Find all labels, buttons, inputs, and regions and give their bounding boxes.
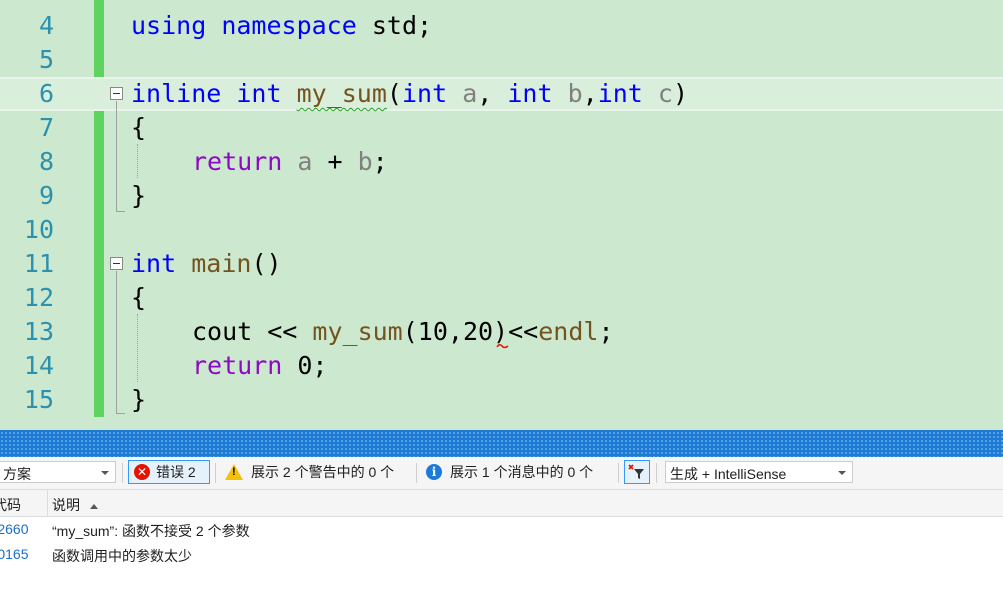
code-line[interactable]: 14 return 0;	[0, 349, 1003, 383]
sort-ascending-icon	[90, 503, 98, 509]
scope-dropdown[interactable]: 方案	[0, 461, 116, 483]
line-number: 12	[23, 283, 54, 312]
line-number: 14	[23, 351, 54, 380]
errors-filter-button[interactable]: ✕ 错误 2	[128, 460, 210, 484]
panel-splitter[interactable]	[0, 430, 1003, 457]
filter-icon	[628, 464, 644, 479]
code-editor[interactable]: 4 using namespace std; 5 6 inline int my…	[0, 0, 1003, 430]
messages-filter-button[interactable]: i 展示 1 个消息中的 0 个	[421, 460, 593, 484]
function-name-warning[interactable]: my_sum	[297, 79, 387, 108]
code-line[interactable]: 9 }	[0, 179, 1003, 213]
code-line[interactable]: 10	[0, 213, 1003, 247]
code-line[interactable]: 4 using namespace std;	[0, 9, 1003, 43]
error-row[interactable]: E2660 “my_sum”: 函数不接受 2 个参数	[0, 517, 1003, 541]
error-icon: ✕	[134, 464, 150, 480]
line-number: 13	[23, 317, 54, 346]
line-number: 6	[38, 79, 54, 108]
column-header-description[interactable]: 说明	[52, 495, 98, 515]
build-source-dropdown[interactable]: 生成 + IntelliSense	[665, 461, 853, 483]
error-description: “my_sum”: 函数不接受 2 个参数	[52, 523, 250, 539]
line-number: 11	[23, 249, 54, 278]
error-code-link[interactable]: E2660	[0, 521, 28, 537]
collapse-icon[interactable]	[110, 87, 123, 100]
error-list-toolbar: 方案 ✕ 错误 2 展示 2 个警告中的 0 个 i 展示 1 个消息中的 0 …	[0, 457, 1003, 490]
warning-icon	[225, 464, 243, 480]
code-line[interactable]: 12 {	[0, 281, 1003, 315]
column-header-code[interactable]: 代码	[0, 495, 21, 515]
code-line[interactable]: 13 cout << my_sum(10,20)<<endl;	[0, 315, 1003, 349]
line-number: 10	[23, 215, 54, 244]
toolbar-separator	[656, 463, 657, 483]
warnings-filter-button[interactable]: 展示 2 个警告中的 0 个	[220, 460, 394, 484]
column-separator[interactable]	[47, 490, 48, 516]
error-description: 函数调用中的参数太少	[52, 548, 192, 564]
collapse-icon[interactable]	[110, 257, 123, 270]
code-line[interactable]: 7 {	[0, 111, 1003, 145]
error-row[interactable]: E0165 函数调用中的参数太少	[0, 542, 1003, 566]
error-code-link[interactable]: E0165	[0, 546, 28, 562]
error-list-header: 代码 说明	[0, 490, 1003, 517]
code-line-current[interactable]: 6 inline int my_sum(int a, int b,int c)	[0, 77, 1003, 111]
line-number: 8	[38, 147, 54, 176]
code-line[interactable]: 8 return a + b;	[0, 145, 1003, 179]
toolbar-separator	[215, 463, 216, 483]
chevron-down-icon	[101, 471, 109, 475]
toolbar-separator	[122, 463, 123, 483]
line-number: 7	[38, 113, 54, 142]
info-icon: i	[426, 464, 442, 480]
line-number: 4	[38, 11, 54, 40]
toolbar-separator	[618, 463, 619, 483]
filter-button[interactable]	[624, 460, 650, 484]
chevron-down-icon	[838, 471, 846, 475]
line-number: 15	[23, 385, 54, 414]
code-line[interactable]: 5	[0, 43, 1003, 77]
code-line[interactable]: 15 }	[0, 383, 1003, 417]
code-line[interactable]: 11 int main()	[0, 247, 1003, 281]
line-number: 9	[38, 181, 54, 210]
line-number: 5	[38, 45, 54, 74]
toolbar-separator	[416, 463, 417, 483]
